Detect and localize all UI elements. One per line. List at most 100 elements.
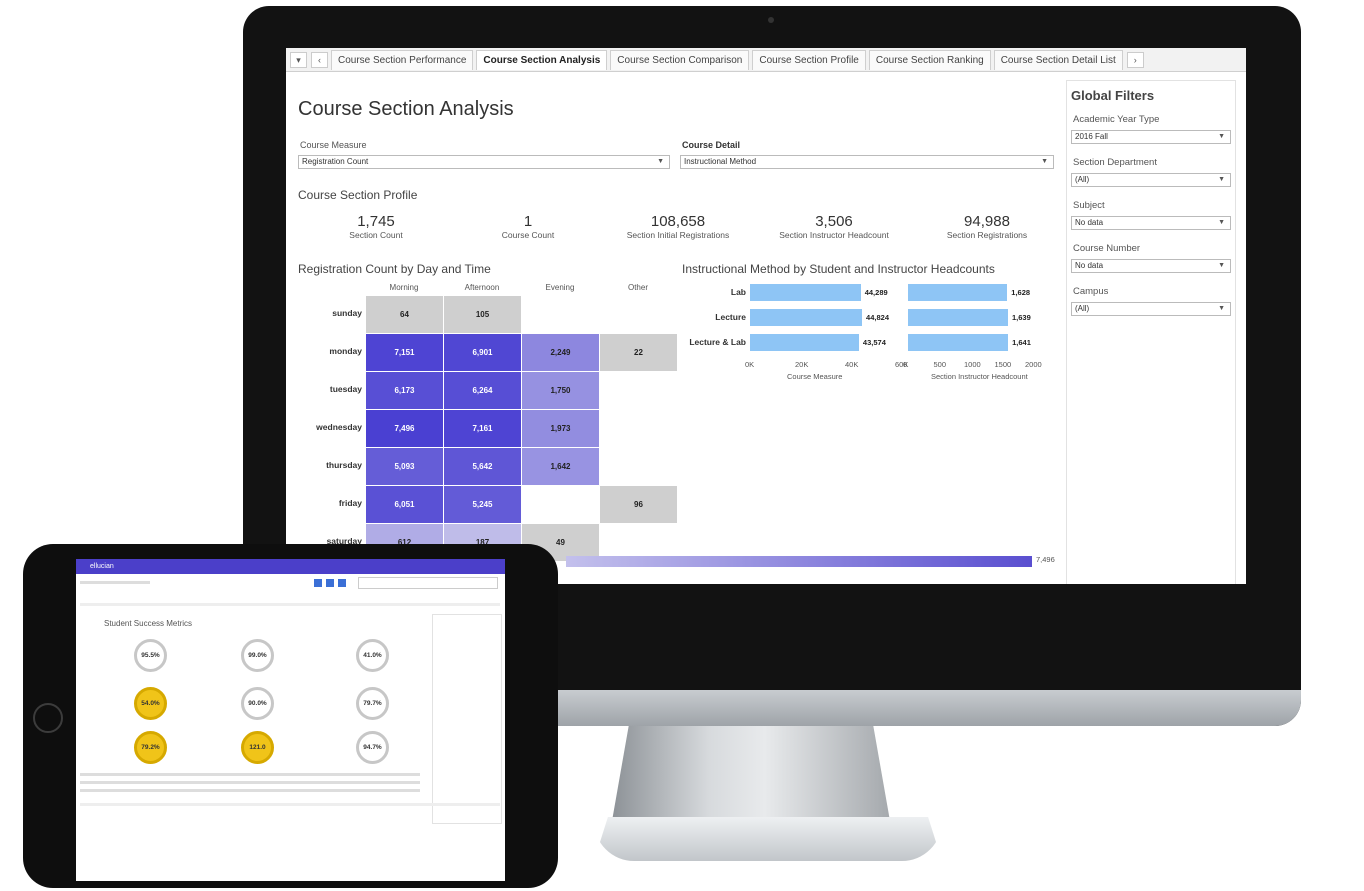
bar-category-label: Lecture & Lab xyxy=(689,337,746,347)
kpi-initial-registrations: 108,658 Section Initial Registrations xyxy=(626,213,730,240)
heatmap-cell: 5,642 xyxy=(444,448,521,485)
bar-category-label: Lab xyxy=(730,287,746,297)
tab-performance[interactable]: Course Section Performance xyxy=(331,49,474,70)
heatmap-cell: 105 xyxy=(444,296,521,333)
chevron-left-icon[interactable]: ‹ xyxy=(311,51,328,68)
course-detail-select[interactable]: Instructional Method ▼ xyxy=(680,155,1054,169)
filter-select[interactable]: No data ▼ xyxy=(1071,216,1231,230)
tablet-toolbar-button[interactable] xyxy=(338,579,346,587)
tab-ranking[interactable]: Course Section Ranking xyxy=(868,49,991,70)
axis-tick-label: 0K xyxy=(745,360,755,369)
heatmap-row-header: wednesday xyxy=(316,422,362,432)
tablet-toolbar-button[interactable] xyxy=(314,579,322,587)
filter-label: Academic Year Type xyxy=(1073,114,1160,125)
tablet-filter-panel xyxy=(432,614,502,824)
metric-gauge: 95.5% xyxy=(134,639,167,672)
bar-data-label: 1,641 xyxy=(1012,338,1031,347)
filter-label: Course Number xyxy=(1073,243,1141,254)
heatmap-column-header: Afternoon xyxy=(464,283,500,292)
filter-value: No data xyxy=(1075,218,1104,227)
kpi-instructor-headcount: 3,506 Section Instructor Headcount xyxy=(779,213,889,240)
filter-select[interactable]: 2016 Fall ▼ xyxy=(1071,130,1231,144)
heatmap-cell: 7,496 xyxy=(366,410,443,447)
course-measure-select[interactable]: Registration Count ▼ xyxy=(298,155,670,169)
bar-mark xyxy=(750,284,861,301)
bar-category-label: Lecture xyxy=(715,312,746,322)
heatmap-cell: 7,151 xyxy=(366,334,443,371)
heatmap-cell: 96 xyxy=(600,486,677,523)
kpi-section-count: 1,745 Section Count xyxy=(349,213,403,240)
heatmap-cell: 6,901 xyxy=(444,334,521,371)
heatmap-cell: 6,264 xyxy=(444,372,521,409)
page-title: Course Section Analysis xyxy=(298,98,514,120)
chevron-down-icon: ▼ xyxy=(1218,262,1225,269)
metric-gauge: 99.0% xyxy=(241,639,274,672)
tablet-home-button xyxy=(33,703,63,733)
monitor-base xyxy=(594,817,942,861)
tab-analysis[interactable]: Course Section Analysis xyxy=(476,49,608,70)
tablet-screen: ellucian Student Success Metrics 95.5% 99… xyxy=(76,559,505,881)
metric-gauge: 41.0% xyxy=(356,639,389,672)
axis-tick-label: 0 xyxy=(903,360,908,369)
axis-tick-label: 500 xyxy=(933,360,947,369)
bar-mark xyxy=(908,334,1009,351)
chevron-down-icon: ▼ xyxy=(1218,133,1225,140)
heatmap-column-header: Evening xyxy=(545,283,575,292)
bar-data-label: 44,289 xyxy=(864,288,888,297)
tablet-title: Student Success Metrics xyxy=(104,619,193,628)
tab-detail-list[interactable]: Course Section Detail List xyxy=(993,49,1123,70)
heatmap-column-header: Morning xyxy=(389,283,419,292)
axis-tick-label: 2000 xyxy=(1025,360,1042,369)
heatmap-title: Registration Count by Day and Time xyxy=(298,262,491,276)
monitor-stand xyxy=(612,726,890,821)
heatmap-cell: 1,973 xyxy=(522,410,599,447)
heatmap-column-header: Other xyxy=(627,283,648,292)
tab-comparison[interactable]: Course Section Comparison xyxy=(610,49,750,70)
filter-value: (All) xyxy=(1075,175,1090,184)
heatmap-cell: 6,051 xyxy=(366,486,443,523)
heatmap-cell: 2,249 xyxy=(522,334,599,371)
filter-select[interactable]: (All) ▼ xyxy=(1071,173,1231,187)
chevron-right-icon[interactable]: › xyxy=(1126,51,1144,68)
heatmap-row-header: friday xyxy=(338,498,362,508)
dropdown-icon[interactable]: ▾ xyxy=(290,51,307,68)
bar-data-label: 1,639 xyxy=(1011,313,1031,322)
heatmap-cell: 5,093 xyxy=(366,448,443,485)
axis-tick-label: 1500 xyxy=(994,360,1012,369)
chevron-down-icon: ▼ xyxy=(1041,158,1048,165)
filter-select[interactable]: No data ▼ xyxy=(1071,259,1231,273)
global-filters-title: Global Filters xyxy=(1071,88,1155,103)
dashboard-screen: ▾ ‹ Course Section Performance Course Se… xyxy=(286,48,1246,584)
profile-title: Course Section Profile xyxy=(298,188,418,202)
heatmap-row-header: tuesday xyxy=(329,384,362,394)
filter-label: Section Department xyxy=(1073,157,1157,168)
heatmap-cell: 1,750 xyxy=(522,372,599,409)
tablet-table xyxy=(80,773,420,776)
tablet-header: ellucian xyxy=(76,559,505,574)
bar-mark xyxy=(908,284,1008,301)
filter-value: No data xyxy=(1075,261,1104,270)
metric-gauge: 79.2% xyxy=(134,731,167,764)
tablet-search-input[interactable] xyxy=(358,577,498,589)
heatmap-cell: 7,161 xyxy=(444,410,521,447)
heatmap-row-header: thursday xyxy=(326,460,362,470)
tablet-breadcrumb xyxy=(80,581,150,584)
bar-data-label: 1,628 xyxy=(1011,288,1031,297)
metric-gauge: 121.0 xyxy=(241,731,274,764)
heatmap-cell: 1,642 xyxy=(522,448,599,485)
kpi-course-count: 1 Course Count xyxy=(501,213,555,240)
metric-gauge: 90.0% xyxy=(241,687,274,720)
bar-mark xyxy=(908,309,1008,326)
tab-profile[interactable]: Course Section Profile xyxy=(752,49,866,70)
bar-mark xyxy=(750,334,859,351)
bar-mark xyxy=(750,309,863,326)
chevron-down-icon: ▼ xyxy=(1218,176,1225,183)
filter-select[interactable]: (All) ▼ xyxy=(1071,302,1231,316)
heatmap-cell: 64 xyxy=(366,296,443,333)
global-filters-panel xyxy=(1066,80,1236,584)
bottom-bar-value: 7,496 xyxy=(1036,555,1055,564)
tablet-toolbar-button[interactable] xyxy=(326,579,334,587)
bar-data-label: 44,824 xyxy=(866,313,889,322)
metric-gauge: 94.7% xyxy=(356,731,389,764)
ellucian-logo: ellucian xyxy=(90,563,114,570)
